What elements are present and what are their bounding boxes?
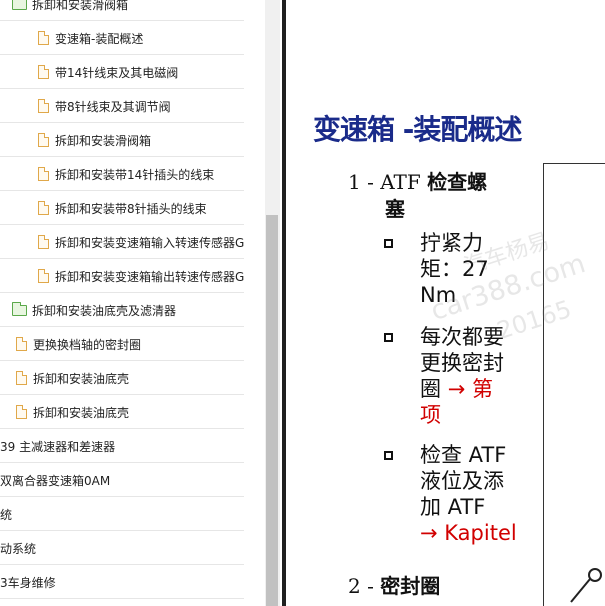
tree-item-label: 拆卸和安装滑阀箱 xyxy=(32,0,129,12)
tree-item-label: 拆卸和安装变速箱输入转速传感器G xyxy=(55,235,244,250)
tree-item[interactable]: 拆卸和安装油底壳及滤清器 xyxy=(0,294,244,327)
tree-item-label: 拆卸和安装滑阀箱 xyxy=(55,133,152,148)
figure-frame xyxy=(543,163,605,606)
tree-item-label: 带14针线束及其电磁阀 xyxy=(55,65,179,80)
bullet-1-line-3: Nm xyxy=(420,283,457,307)
tree-item[interactable]: 39 主减速器和差速器 xyxy=(0,430,244,463)
document-icon xyxy=(38,133,49,147)
item-1-title: 检查螺 xyxy=(427,170,488,194)
figure-part-icon xyxy=(570,568,602,603)
item-1-title-cont: 塞 xyxy=(385,197,405,221)
tree-item[interactable]: 拆卸和安装带14针插头的线束 xyxy=(0,158,244,191)
bullet-square-icon xyxy=(384,239,393,248)
tree-item[interactable]: 拆卸和安装变速箱输入转速传感器G xyxy=(0,226,244,259)
item-1-number: 1 - ATF xyxy=(348,170,428,194)
tree-item-label: 3车身维修 xyxy=(0,575,56,590)
bullet-1-line-2: 矩：27 xyxy=(420,257,489,281)
bullet-square-icon xyxy=(384,333,393,342)
item-2-title: 密封圈 xyxy=(380,574,441,598)
document-icon xyxy=(38,235,49,249)
tree-item[interactable]: 双离合器变速箱0AM xyxy=(0,464,244,497)
bullet-2-text: 每次都要 更换密封 圈 → 第 项 xyxy=(420,324,504,428)
bullet-2-line-3-text: 圈 xyxy=(420,377,441,401)
document-view: 变速箱 -装配概述 1 - ATF 检查螺 塞 拧紧力 矩：27 Nm 每次都要… xyxy=(286,0,605,606)
tree-item-label: 39 主减速器和差速器 xyxy=(0,439,116,454)
tree-item[interactable]: 动系统 xyxy=(0,532,244,565)
bullet-3-line-3: 加 ATF xyxy=(420,495,486,519)
document-icon xyxy=(38,269,49,283)
item-2-number: 2 - xyxy=(348,574,381,598)
bullet-1-line-1: 拧紧力 xyxy=(420,231,483,255)
bullet-2-line-3: 圈 → 第 xyxy=(420,376,504,402)
tree-item[interactable]: 拆卸和安装滑阀箱 xyxy=(0,124,244,157)
bullet-3-link[interactable]: → Kapitel xyxy=(420,520,517,546)
tree-item-label: 拆卸和安装带14针插头的线束 xyxy=(55,167,215,182)
tree-item[interactable]: 拆卸和安装滑阀箱 xyxy=(0,0,244,21)
document-icon xyxy=(38,167,49,181)
tree-item-label: 更换换档轴的密封圈 xyxy=(33,337,142,352)
tree-item[interactable]: 变速箱-装配概述 xyxy=(0,22,244,55)
document-icon xyxy=(38,31,49,45)
document-icon xyxy=(16,337,27,351)
item-2-heading: 2 - 密封圈 xyxy=(348,570,440,599)
tree-item[interactable]: 3车身维修 xyxy=(0,566,244,599)
document-tree: 拆卸和安装滑阀箱 变速箱-装配概述 带14针线束及其电磁阀 带8针线束及其调节阀 拆卸和… xyxy=(0,0,265,606)
folder-open-icon xyxy=(12,301,27,316)
tree-item-label: 拆卸和安装油底壳 xyxy=(33,405,130,420)
bullet-square-icon xyxy=(384,451,393,460)
tree-scrollbar-thumb[interactable] xyxy=(266,215,278,606)
tree-item-label: 拆卸和安装变速箱输出转速传感器G xyxy=(55,269,244,284)
document-icon xyxy=(38,201,49,215)
tree-item[interactable]: 更换换档轴的密封圈 xyxy=(0,328,244,361)
bullet-2-link-cont[interactable]: 项 xyxy=(420,402,504,428)
tree-item[interactable]: 拆卸和安装油底壳 xyxy=(0,396,244,429)
document-icon xyxy=(16,405,27,419)
tree-item-label: 统 xyxy=(0,507,13,522)
bullet-2-line-2: 更换密封 xyxy=(420,351,504,375)
page-title: 变速箱 -装配概述 xyxy=(313,113,522,146)
tree-item[interactable]: 拆卸和安装油底壳 xyxy=(0,362,244,395)
folder-open-icon xyxy=(12,0,27,10)
document-icon xyxy=(38,65,49,79)
tree-item[interactable]: 拆卸和安装带8针插头的线束 xyxy=(0,192,244,225)
tree-item-label: 带8针线束及其调节阀 xyxy=(55,99,171,114)
bullet-2-link[interactable]: → 第 xyxy=(448,377,493,401)
bullet-1-text: 拧紧力 矩：27 Nm xyxy=(420,230,489,308)
bullet-3-line-2: 液位及添 xyxy=(420,469,504,493)
tree-item[interactable]: 统 xyxy=(0,498,244,531)
bullet-2-line-1: 每次都要 xyxy=(420,325,504,349)
document-icon xyxy=(38,99,49,113)
tree-item[interactable]: 带14针线束及其电磁阀 xyxy=(0,56,244,89)
bullet-3-text: 检查 ATF 液位及添 加 ATF → Kapitel xyxy=(420,442,517,546)
tree-item-label: 变速箱-装配概述 xyxy=(55,31,144,46)
tree-item-label: 双离合器变速箱0AM xyxy=(0,473,111,488)
item-1-heading-cont: 塞 xyxy=(385,193,405,222)
item-1-heading: 1 - ATF 检查螺 xyxy=(348,166,487,195)
tree-item-label: 动系统 xyxy=(0,541,37,556)
tree-item-label: 拆卸和安装带8针插头的线束 xyxy=(55,201,207,216)
tree-item[interactable]: 拆卸和安装变速箱输出转速传感器G xyxy=(0,260,244,293)
bullet-3-line-1: 检查 ATF xyxy=(420,443,507,467)
document-icon xyxy=(16,371,27,385)
tree-item-label: 拆卸和安装油底壳 xyxy=(33,371,130,386)
tree-item-label: 拆卸和安装油底壳及滤清器 xyxy=(32,303,177,318)
tree-item[interactable]: 带8针线束及其调节阀 xyxy=(0,90,244,123)
